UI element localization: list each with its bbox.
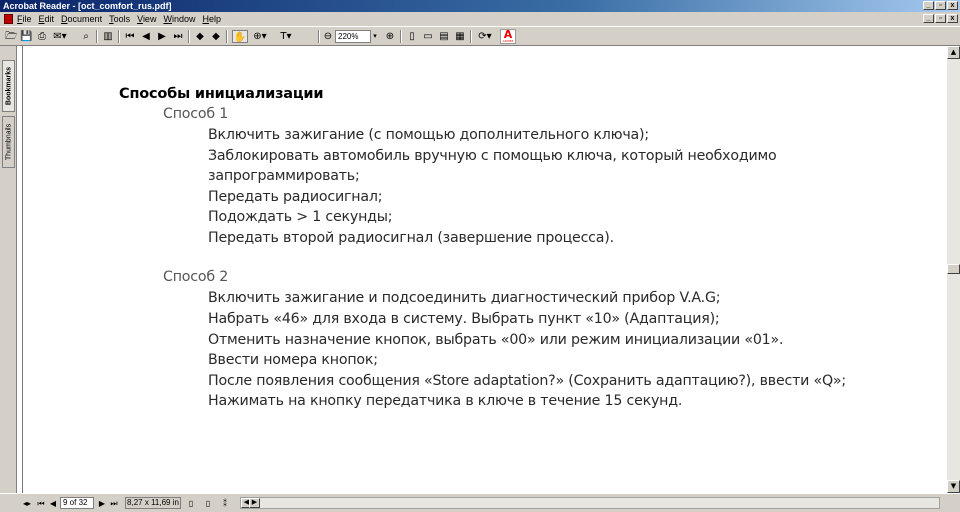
navigation-pane: Bookmarks Thumbnails	[0, 46, 17, 493]
previous-page-icon[interactable]: ◀	[140, 30, 152, 43]
method2-line: После появления сообщения «Store adaptat…	[208, 373, 846, 389]
last-page-icon[interactable]: ⏭	[172, 30, 184, 43]
actual-size-icon[interactable]: ▯	[406, 30, 418, 43]
menu-document[interactable]: Document	[61, 12, 102, 26]
status-previous-page-icon[interactable]: ◀	[48, 498, 58, 509]
method2-line: Ввести номера кнопок;	[208, 352, 378, 368]
single-page-icon[interactable]: ▯	[186, 498, 196, 509]
vertical-scrollbar[interactable]: ▲ ▼	[947, 46, 960, 493]
scroll-down-icon[interactable]: ▼	[947, 480, 960, 493]
method2-line: Отменить назначение кнопок, выбрать «00»…	[208, 332, 784, 348]
page-size-display: 8,27 x 11,69 in	[125, 497, 181, 509]
show-navigation-pane-icon[interactable]: ▥	[102, 30, 114, 43]
method1-line: Передать радиосигнал;	[208, 189, 383, 205]
document-view[interactable]: Способы инициализации Способ 1 Включить …	[17, 46, 947, 493]
hand-tool-icon[interactable]: ✋	[232, 30, 248, 43]
menu-edit[interactable]: Edit	[39, 12, 55, 26]
method2-line: Включить зажигание и подсоединить диагно…	[208, 290, 721, 306]
first-page-icon[interactable]: ⏮	[124, 30, 136, 43]
method1-line: Включить зажигание (с помощью дополнител…	[208, 127, 649, 143]
email-icon[interactable]: ✉▾	[52, 30, 68, 43]
fit-page-icon[interactable]: ▭	[422, 30, 434, 43]
menu-window[interactable]: Window	[163, 12, 195, 26]
zoom-tool-icon[interactable]: ⊕▾	[250, 30, 270, 43]
method1-line: запрограммировать;	[208, 168, 360, 184]
scroll-thumb[interactable]	[947, 264, 960, 274]
window-title: Acrobat Reader - [oct_comfort_rus.pdf]	[3, 1, 172, 11]
status-first-page-icon[interactable]: ⏮	[36, 498, 46, 509]
tab-bookmarks[interactable]: Bookmarks	[2, 60, 15, 112]
minimize-button[interactable]: _	[923, 1, 934, 10]
title-bar: Acrobat Reader - [oct_comfort_rus.pdf] _…	[0, 0, 960, 12]
rotate-icon[interactable]: ⟳▾	[476, 30, 494, 43]
zoom-dropdown-icon[interactable]: ▾	[371, 30, 379, 43]
zoom-in-icon[interactable]: ⊕	[384, 30, 396, 43]
open-icon[interactable]: 🗁	[5, 30, 17, 43]
document-icon[interactable]	[4, 14, 13, 24]
zoom-out-icon[interactable]: ⊖	[322, 30, 334, 43]
go-back-icon[interactable]: ◆	[194, 30, 206, 43]
method1-line: Подождать > 1 секунды;	[208, 209, 393, 225]
status-bar: ◂▸ ⏮ ◀ 9 of 32 ▶ ⏭ 8,27 x 11,69 in ▯ ▯ ⁑…	[0, 493, 960, 512]
next-page-icon[interactable]: ▶	[156, 30, 168, 43]
go-forward-icon[interactable]: ◆	[210, 30, 222, 43]
tab-thumbnails-label: Thumbnails	[5, 123, 12, 161]
doc-minimize-button[interactable]: _	[923, 14, 934, 23]
status-next-page-icon[interactable]: ▶	[97, 498, 107, 509]
scroll-right-icon[interactable]: ▶	[249, 498, 260, 508]
reflow-icon[interactable]: ▦	[454, 30, 466, 43]
continuous-icon[interactable]: ▯	[203, 498, 213, 509]
page-edge	[22, 46, 23, 493]
doc-restore-button[interactable]: ▫	[935, 14, 946, 23]
page-heading: Способы инициализации	[119, 86, 324, 102]
method2-line: Нажимать на кнопку передатчика в ключе в…	[208, 393, 683, 409]
toolbar: 🗁 💾 ⎙ ✉▾ ⌕ ▥ ⏮ ◀ ▶ ⏭ ◆ ◆ ✋ ⊕▾ T▾ ⊖ 220% …	[0, 26, 960, 46]
tab-bookmarks-label: Bookmarks	[5, 66, 12, 106]
tab-thumbnails[interactable]: Thumbnails	[2, 116, 15, 168]
menu-help[interactable]: Help	[202, 12, 221, 26]
find-icon[interactable]: ⌕	[80, 30, 92, 43]
scroll-up-icon[interactable]: ▲	[947, 46, 960, 59]
print-icon[interactable]: ⎙	[36, 30, 48, 43]
horizontal-scrollbar[interactable]: ◀ ▶	[240, 497, 940, 509]
menu-view[interactable]: View	[137, 12, 156, 26]
menu-tools[interactable]: Tools	[109, 12, 130, 26]
menu-bar: File Edit Document Tools View Window Hel…	[0, 12, 960, 26]
page-number-field[interactable]: 9 of 32	[60, 497, 94, 509]
method2-title: Способ 2	[163, 269, 229, 285]
method1-title: Способ 1	[163, 106, 229, 122]
menu-file[interactable]: File	[17, 12, 32, 26]
zoom-input[interactable]: 220%	[335, 30, 371, 43]
method1-line: Передать второй радиосигнал (завершение …	[208, 230, 614, 246]
maximize-button[interactable]: ▫	[935, 1, 946, 10]
save-icon[interactable]: 💾	[20, 30, 32, 43]
adobe-logo-icon[interactable]: A ADOBE	[500, 29, 516, 44]
document-window-controls: _ ▫ x	[922, 14, 958, 23]
close-button[interactable]: x	[947, 1, 958, 10]
continuous-facing-icon[interactable]: ⁑	[220, 498, 230, 509]
fit-width-icon[interactable]: ▤	[438, 30, 450, 43]
text-select-tool-icon[interactable]: T▾	[276, 30, 296, 43]
status-last-page-icon[interactable]: ⏭	[108, 498, 120, 509]
method1-line: Заблокировать автомобиль вручную с помощ…	[208, 148, 777, 164]
doc-close-button[interactable]: x	[947, 14, 958, 23]
status-nav-icon[interactable]: ◂▸	[22, 498, 32, 509]
method2-line: Набрать «46» для входа в систему. Выбрат…	[208, 311, 720, 327]
window-controls: _ ▫ x	[922, 1, 958, 11]
